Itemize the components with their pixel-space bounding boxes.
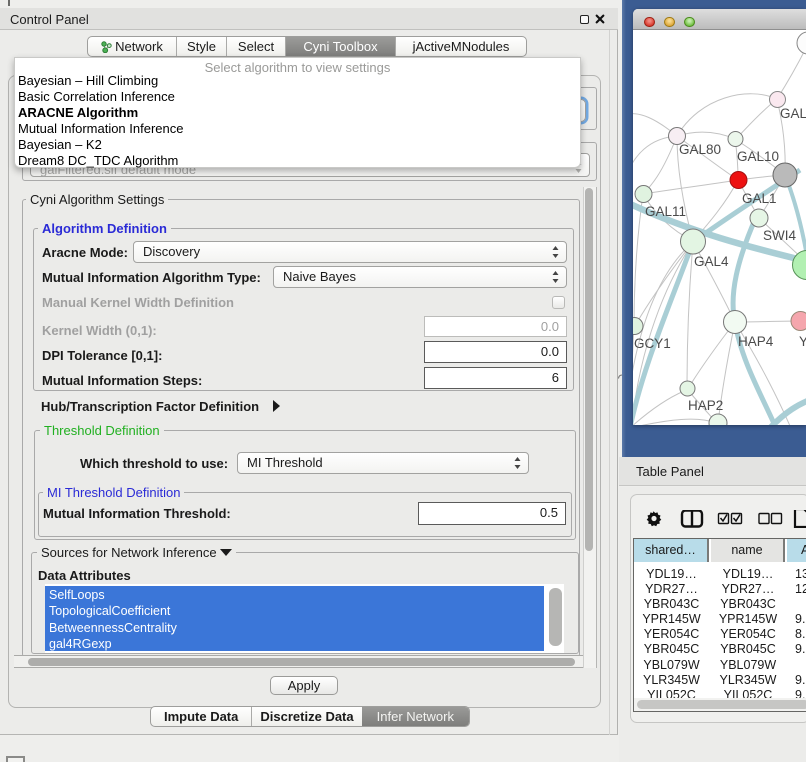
svg-text:GAL1: GAL1 <box>742 191 777 206</box>
svg-text:YB: YB <box>799 334 806 349</box>
svg-text:GAL11: GAL11 <box>645 204 686 219</box>
svg-text:GAL2: GAL2 <box>780 106 806 121</box>
svg-text:SWI4: SWI4 <box>763 228 796 243</box>
svg-text:GAL4: GAL4 <box>694 254 729 269</box>
svg-text:HAP4: HAP4 <box>738 334 774 349</box>
svg-text:GAL80: GAL80 <box>679 142 721 157</box>
svg-text:GAL10: GAL10 <box>737 149 779 164</box>
svg-text:GCY1: GCY1 <box>634 336 671 351</box>
svg-text:HAP2: HAP2 <box>688 398 723 413</box>
